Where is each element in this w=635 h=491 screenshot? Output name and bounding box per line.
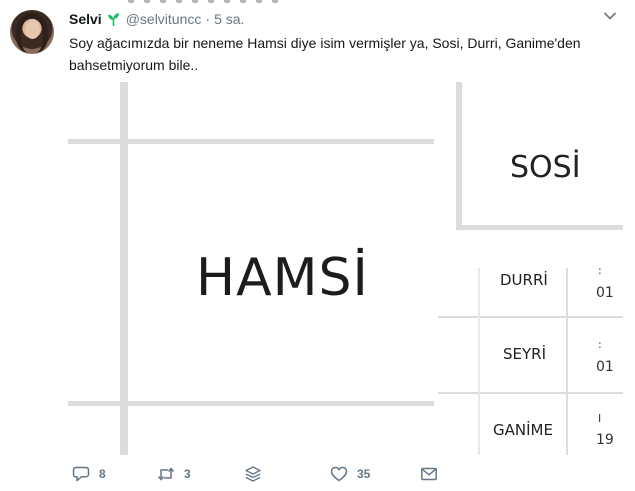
tweet-actions: 8 3 35 bbox=[72, 464, 442, 484]
header-separator: · bbox=[205, 11, 211, 27]
grid-line bbox=[456, 82, 462, 230]
row-val-top: : bbox=[598, 264, 602, 277]
like-count: 35 bbox=[357, 467, 371, 481]
retweet-button[interactable]: 3 bbox=[157, 464, 191, 484]
sprout-icon bbox=[107, 12, 119, 26]
tweet-timestamp[interactable]: 5 sa. bbox=[214, 11, 244, 27]
like-button[interactable]: 35 bbox=[330, 464, 370, 484]
previous-tweet-edge bbox=[0, 0, 635, 4]
grid-line bbox=[68, 139, 434, 144]
reply-count: 8 bbox=[99, 467, 106, 481]
author-handle[interactable]: @selvituncc bbox=[126, 11, 202, 27]
row-name-seyri: SEYRİ bbox=[503, 345, 547, 363]
reply-button[interactable]: 8 bbox=[72, 464, 106, 484]
author-name[interactable]: Selvi bbox=[69, 11, 102, 27]
chevron-down-icon[interactable] bbox=[603, 11, 617, 21]
tweet-header: Selvi @selvituncc · 5 sa. bbox=[69, 9, 244, 29]
direct-message-button[interactable] bbox=[420, 464, 438, 484]
row-val-bottom: 01 bbox=[596, 359, 614, 375]
row-val-top: I bbox=[598, 412, 602, 425]
envelope-icon bbox=[421, 467, 437, 481]
tweet-text: Soy ağacımızda bir neneme Hamsi diye isi… bbox=[69, 35, 581, 73]
row-val-bottom: 01 bbox=[596, 285, 614, 301]
grid-line bbox=[566, 268, 568, 455]
grid-line bbox=[120, 82, 128, 455]
media-left-panel: HAMSİ bbox=[68, 82, 434, 455]
grid-line bbox=[438, 316, 623, 318]
reply-icon bbox=[72, 466, 90, 482]
tweet-media[interactable]: HAMSİ SOSİ DURRİ : 01 SEYRİ : 01 GANİME … bbox=[68, 82, 623, 455]
grid-line bbox=[68, 401, 434, 406]
avatar[interactable] bbox=[10, 10, 54, 54]
retweet-count: 3 bbox=[184, 467, 191, 481]
heart-icon bbox=[330, 466, 348, 482]
row-name-durri: DURRİ bbox=[500, 271, 548, 289]
row-name-ganime: GANİME bbox=[493, 421, 553, 439]
sosi-label: SOSİ bbox=[510, 150, 581, 185]
grid-line bbox=[438, 392, 623, 394]
grid-line bbox=[478, 268, 480, 455]
hamsi-label: HAMSİ bbox=[196, 248, 369, 308]
avatar-face bbox=[25, 20, 40, 39]
row-val-top: : bbox=[598, 338, 602, 351]
retweet-icon bbox=[157, 467, 175, 481]
stack-icon bbox=[245, 466, 261, 482]
row-val-bottom: 19 bbox=[596, 432, 614, 448]
stack-button[interactable] bbox=[244, 464, 262, 484]
media-right-panel: SOSİ DURRİ : 01 SEYRİ : 01 GANİME I 19 bbox=[438, 82, 623, 455]
grid-line bbox=[456, 225, 623, 230]
